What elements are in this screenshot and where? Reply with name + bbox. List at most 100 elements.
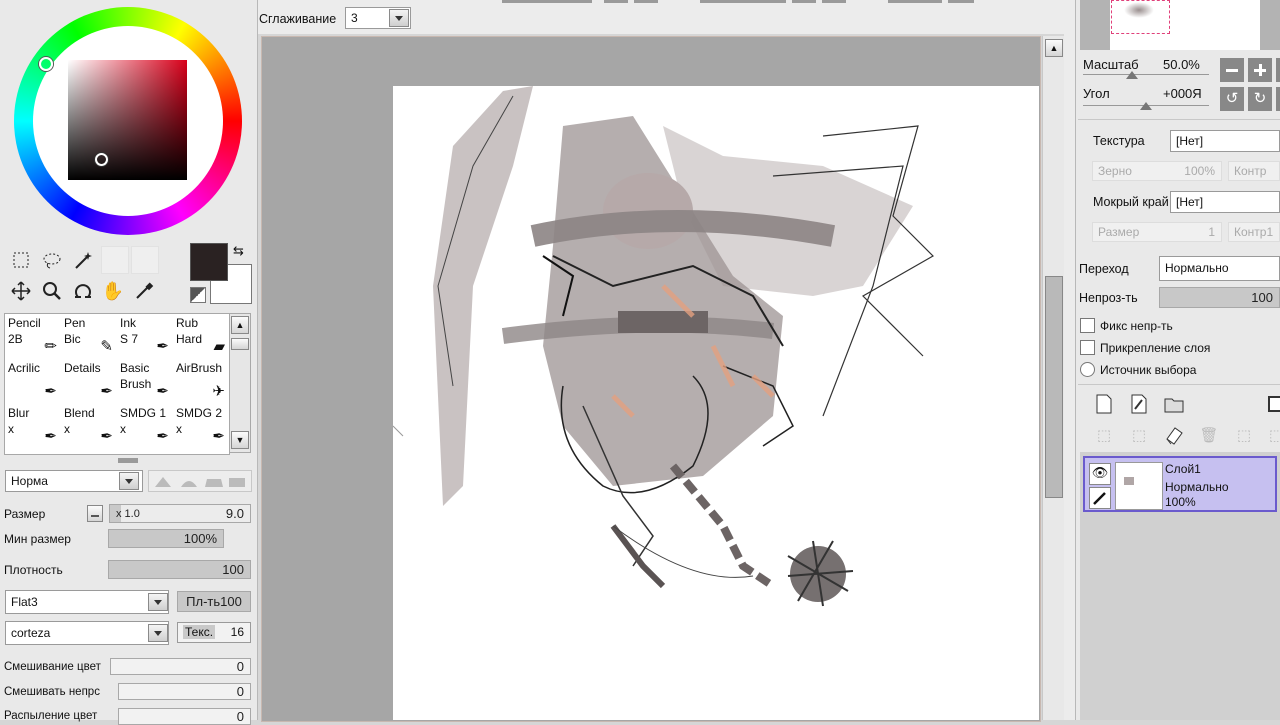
- zoom-slider-thumb[interactable]: [1126, 71, 1138, 79]
- angle-value: +000Я: [1163, 86, 1202, 101]
- canvas-scroll-up-button[interactable]: ▲: [1045, 39, 1063, 57]
- mix-color-slider[interactable]: 0: [110, 658, 251, 675]
- magic-wand-icon[interactable]: [71, 248, 95, 272]
- brush-texture-dropdown[interactable]: [148, 624, 168, 642]
- min-size-slider[interactable]: 100%: [108, 529, 224, 548]
- brush-slot-basic[interactable]: Basic Brush ✒: [117, 360, 173, 404]
- canvas-vertical-scrollbar[interactable]: ▲: [1042, 36, 1065, 720]
- color-cursor[interactable]: [95, 153, 108, 166]
- zoom-in-button[interactable]: [1248, 58, 1272, 82]
- rect-select-icon[interactable]: [9, 248, 33, 272]
- brush-icon: ✒: [100, 383, 113, 400]
- clip-layer-checkbox[interactable]: [1080, 340, 1095, 355]
- brush-texture-select[interactable]: corteza: [5, 621, 169, 645]
- selection-source-label: Источник выбора: [1100, 363, 1197, 377]
- wet-size-field: Размер 1: [1092, 222, 1222, 242]
- hand-icon[interactable]: ✋: [101, 279, 125, 303]
- brush-slot-blend[interactable]: Blend x ✒: [61, 405, 117, 449]
- rotate-icon[interactable]: [71, 279, 95, 303]
- brush-name: Details: [64, 361, 101, 375]
- new-vector-layer-icon[interactable]: [1127, 392, 1151, 416]
- brush-slot-acrilic[interactable]: Acrilic ✒: [5, 360, 61, 404]
- blend-mode-dropdown[interactable]: [119, 472, 139, 490]
- wet-edge-select[interactable]: [Нет]: [1170, 191, 1280, 213]
- eyedropper-icon[interactable]: [132, 279, 156, 303]
- layer-blend-select[interactable]: Нормально: [1159, 256, 1280, 281]
- foreground-color-swatch[interactable]: [190, 243, 228, 281]
- clear-layer-icon[interactable]: [1162, 423, 1186, 447]
- fix-opacity-label: Фикс непр-ть: [1100, 319, 1173, 333]
- brush-slot-blur[interactable]: Blur x ✒: [5, 405, 61, 449]
- size-multiplier: x 1.0: [116, 508, 140, 520]
- brush-slot-smdg-2[interactable]: SMDG 2 x ✒: [173, 405, 229, 449]
- brush-scrollbar[interactable]: ▲ ▼: [229, 313, 251, 453]
- scroll-thumb[interactable]: [231, 338, 249, 350]
- spread-value: 0: [236, 709, 244, 724]
- contrast-field: Контр: [1228, 161, 1280, 181]
- smoothing-dropdown[interactable]: [389, 9, 409, 27]
- panel-menu-icon[interactable]: [1262, 392, 1280, 416]
- layer-extra-icon: ⬚: [1268, 427, 1280, 444]
- delete-layer-icon: 🗑: [1199, 427, 1219, 444]
- merge-down-icon: ⬚: [1131, 427, 1147, 444]
- swap-colors-icon[interactable]: ⇆: [233, 243, 244, 259]
- lasso-select-icon[interactable]: [40, 248, 64, 272]
- brush-icon: ✒: [212, 428, 225, 445]
- spread-slider[interactable]: 0: [118, 708, 251, 725]
- texture-label: Текстура: [1093, 134, 1145, 148]
- fix-opacity-checkbox[interactable]: [1080, 318, 1095, 333]
- layer-opacity-slider[interactable]: 100: [1159, 287, 1280, 308]
- layer-row[interactable]: 👁 Слой1 Нормально 100%: [1083, 456, 1277, 512]
- texture-strength-value: 16: [230, 625, 244, 639]
- reset-colors-icon[interactable]: [190, 287, 206, 303]
- brush-icon: ✒: [44, 428, 57, 445]
- zoom-slider[interactable]: [1083, 74, 1209, 75]
- brush-name: Pen: [64, 316, 86, 330]
- brush-name: Ink: [120, 316, 137, 330]
- canvas-page[interactable]: [393, 86, 1039, 720]
- selection-source-radio[interactable]: [1080, 362, 1095, 377]
- new-folder-icon[interactable]: [1162, 392, 1186, 416]
- size-mode-button[interactable]: [87, 505, 103, 522]
- wet-size-value: 1: [1208, 225, 1215, 239]
- density-slider[interactable]: 100: [108, 560, 251, 579]
- brush-slot-ink[interactable]: Ink S 7 ✒: [117, 315, 173, 359]
- size-slider[interactable]: x 1.0 9.0: [109, 504, 251, 523]
- navigator-preview[interactable]: [1080, 0, 1280, 50]
- brush-name: Rub: [176, 316, 199, 330]
- brush-slot-smdg-1[interactable]: SMDG 1 x ✒: [117, 405, 173, 449]
- visibility-eye-icon[interactable]: 👁: [1089, 463, 1111, 485]
- color-saturation-square[interactable]: [68, 60, 187, 180]
- brush-slot-rub[interactable]: Rub Hard ▰: [173, 315, 229, 359]
- mix-opacity-label: Смешивать непрс: [4, 686, 100, 698]
- angle-slider-thumb[interactable]: [1140, 102, 1152, 110]
- layer-texture-select[interactable]: [Нет]: [1170, 130, 1280, 152]
- scroll-up-button[interactable]: ▲: [231, 316, 249, 334]
- brush-name: Pencil: [8, 316, 41, 330]
- brush-slot-airbrush[interactable]: AirBrush ✈: [173, 360, 229, 404]
- hue-cursor[interactable]: [39, 57, 53, 71]
- zoom-icon[interactable]: [40, 279, 64, 303]
- zoom-value: 50.0%: [1163, 57, 1200, 72]
- brush-slot-pen[interactable]: Pen Bic ✎: [61, 315, 117, 359]
- brush-slot-details[interactable]: Details ✒: [61, 360, 117, 404]
- layer-edit-pen-icon[interactable]: [1089, 487, 1111, 509]
- brush-shape-presets[interactable]: [148, 470, 252, 492]
- zoom-out-button[interactable]: [1220, 58, 1244, 82]
- rotate-left-button[interactable]: ↺: [1220, 87, 1244, 111]
- texture-strength-field[interactable]: Текс. 16: [177, 622, 251, 643]
- new-layer-icon[interactable]: [1092, 392, 1116, 416]
- brush-shape-dropdown[interactable]: [148, 593, 168, 611]
- move-icon[interactable]: [9, 279, 33, 303]
- grain-value: 100%: [1184, 164, 1215, 178]
- brush-shape-select[interactable]: Flat3: [5, 590, 169, 614]
- mix-color-label: Смешивание цвет: [4, 661, 101, 673]
- rotate-reset-button[interactable]: ↻: [1248, 87, 1272, 111]
- canvas-scroll-thumb[interactable]: [1045, 276, 1063, 498]
- shape-strength-slider[interactable]: Пл-ть100: [177, 591, 251, 612]
- mix-opacity-slider[interactable]: 0: [118, 683, 251, 700]
- scroll-down-button[interactable]: ▼: [231, 431, 249, 449]
- brush-slot-pencil[interactable]: Pencil 2B ✏: [5, 315, 61, 359]
- layer-to-selection-icon: ⬚: [1096, 427, 1112, 444]
- texture-strength-label: Текс.: [183, 625, 216, 639]
